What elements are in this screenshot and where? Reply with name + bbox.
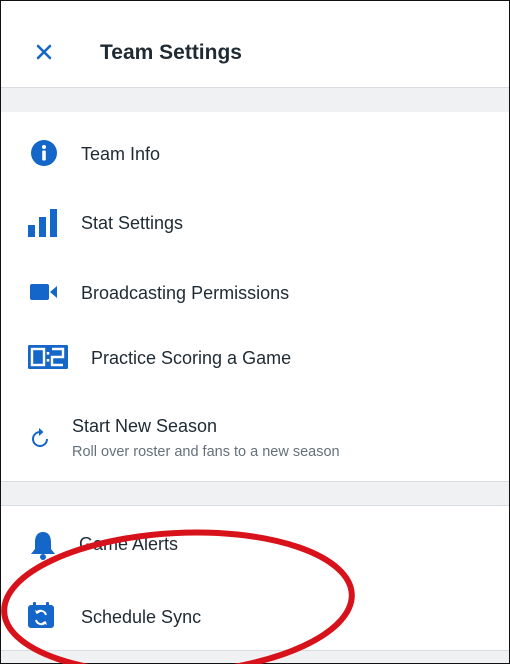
menu-item-label: Broadcasting Permissions	[81, 283, 290, 303]
menu-item-broadcasting[interactable]: Broadcasting Permissions	[1, 256, 509, 326]
header-bar: Team Settings	[1, 1, 509, 88]
section-gap	[1, 88, 509, 112]
menu-item-schedule-sync[interactable]: Schedule Sync	[1, 580, 509, 650]
menu-item-label: Team Info	[81, 144, 161, 164]
calendar-sync-icon	[28, 602, 54, 628]
menu-item-label: Stat Settings	[81, 213, 184, 233]
menu-item-practice-scoring[interactable]: Practice Scoring a Game	[1, 326, 509, 392]
section-gap	[1, 651, 509, 663]
close-icon[interactable]	[31, 39, 57, 65]
menu-item-stat-settings[interactable]: Stat Settings	[1, 194, 509, 256]
menu-item-game-alerts[interactable]: Game Alerts	[1, 506, 509, 580]
team-settings-panel: Team Settings Team Info Stat Settings Br…	[0, 0, 510, 664]
menu-item-sublabel: Roll over roster and fans to a new seaso…	[72, 444, 340, 460]
menu-item-start-new-season[interactable]: Start New Season Roll over roster and fa…	[1, 392, 509, 481]
bell-icon	[31, 532, 55, 560]
menu-item-team-info[interactable]: Team Info	[1, 112, 509, 194]
info-icon	[31, 140, 57, 166]
section-gap	[1, 482, 509, 505]
menu-item-label: Practice Scoring a Game	[91, 348, 292, 368]
menu-item-label: Game Alerts	[79, 534, 179, 554]
menu-item-label: Start New Season	[72, 416, 218, 436]
menu-item-label: Schedule Sync	[81, 607, 202, 627]
page-title: Team Settings	[100, 41, 242, 64]
bar-chart-icon	[28, 209, 57, 237]
scoreboard-icon	[28, 345, 68, 369]
refresh-icon	[32, 428, 48, 447]
video-camera-icon	[30, 284, 57, 300]
